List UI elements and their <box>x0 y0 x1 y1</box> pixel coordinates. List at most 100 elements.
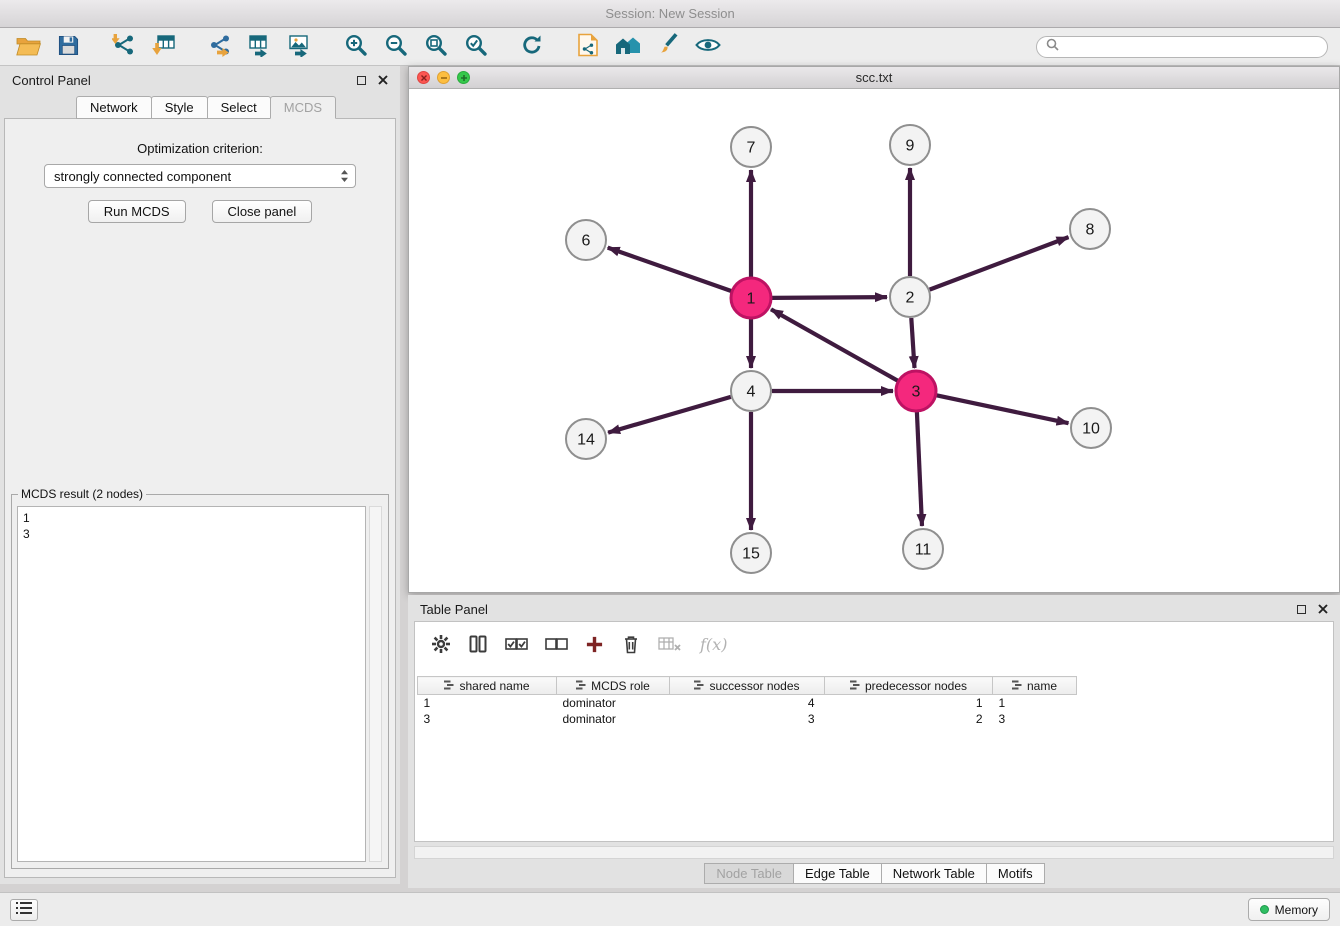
cell-successor-nodes[interactable]: 3 <box>670 711 825 727</box>
graph-node-1[interactable]: 1 <box>731 278 771 318</box>
node-label: 2 <box>906 290 915 307</box>
cell-MCDS-role[interactable]: dominator <box>557 711 670 727</box>
edge-1-2[interactable] <box>772 297 887 298</box>
zoom-selected-button[interactable] <box>460 32 492 62</box>
zoom-out-button[interactable] <box>380 32 412 62</box>
graph-node-7[interactable]: 7 <box>731 127 771 167</box>
refresh-button[interactable] <box>516 32 548 62</box>
mcds-result-text[interactable]: 13 <box>17 506 366 862</box>
column-attribute-icon <box>694 679 704 693</box>
graph-node-14[interactable]: 14 <box>566 419 606 459</box>
column-attribute-icon <box>1012 679 1022 693</box>
unselect-all-columns-icon[interactable] <box>545 634 568 654</box>
mcds-result-line: 1 <box>23 510 360 526</box>
tab-style[interactable]: Style <box>151 96 208 119</box>
criterion-dropdown[interactable]: strongly connected component <box>44 164 356 188</box>
table-options-gear-icon[interactable] <box>431 634 451 654</box>
column-header-successor-nodes[interactable]: successor nodes <box>670 677 825 695</box>
table-row[interactable]: 1dominator411 <box>418 695 1077 712</box>
cell-shared-name[interactable]: 1 <box>418 695 557 712</box>
graph-node-4[interactable]: 4 <box>731 371 771 411</box>
edge-4-14[interactable] <box>608 397 731 433</box>
show-hide-button[interactable] <box>692 32 724 62</box>
add-row-icon[interactable] <box>585 635 604 654</box>
home-button[interactable] <box>612 32 644 62</box>
float-panel-icon[interactable] <box>357 76 366 85</box>
function-builder-button: f(x) <box>700 635 727 654</box>
table-row[interactable]: 3dominator323 <box>418 711 1077 727</box>
node-table-container: f(x) shared nameMCDS rolesuccessor nodes… <box>414 621 1334 842</box>
cell-predecessor-nodes[interactable]: 2 <box>825 711 993 727</box>
export-table-button[interactable] <box>244 32 276 62</box>
delete-table-icon <box>658 634 682 654</box>
close-panel-icon[interactable] <box>378 75 388 85</box>
export-image-button[interactable] <box>284 32 316 62</box>
table-tab-network-table[interactable]: Network Table <box>881 863 987 884</box>
column-header-shared-name[interactable]: shared name <box>418 677 557 695</box>
zoom-in-icon <box>344 33 368 60</box>
edge-3-10[interactable] <box>937 395 1069 423</box>
cell-name[interactable]: 3 <box>993 711 1077 727</box>
column-header-name[interactable]: name <box>993 677 1077 695</box>
edge-2-3[interactable] <box>911 318 914 368</box>
select-all-columns-icon[interactable] <box>505 634 528 654</box>
table-horizontal-scrollbar[interactable] <box>414 846 1334 859</box>
tab-mcds[interactable]: MCDS <box>270 96 336 119</box>
cell-predecessor-nodes[interactable]: 1 <box>825 695 993 712</box>
cell-name[interactable]: 1 <box>993 695 1077 712</box>
run-mcds-button[interactable]: Run MCDS <box>88 200 186 223</box>
graph-node-11[interactable]: 11 <box>903 529 943 569</box>
table-tab-motifs[interactable]: Motifs <box>986 863 1045 884</box>
column-header-predecessor-nodes[interactable]: predecessor nodes <box>825 677 993 695</box>
edge-3-1[interactable] <box>771 309 898 380</box>
graph-node-3[interactable]: 3 <box>896 371 936 411</box>
delete-row-icon[interactable] <box>621 634 641 654</box>
cell-MCDS-role[interactable]: dominator <box>557 695 670 712</box>
save-session-button[interactable] <box>52 32 84 62</box>
close-window-button[interactable] <box>417 71 430 84</box>
graph-node-15[interactable]: 15 <box>731 533 771 573</box>
network-canvas[interactable]: 7 9 6 8 1 2 4 3 14 10 15 11 <box>409 89 1339 592</box>
export-network-button[interactable] <box>204 32 236 62</box>
column-header-MCDS-role[interactable]: MCDS role <box>557 677 670 695</box>
cell-shared-name[interactable]: 3 <box>418 711 557 727</box>
tab-select[interactable]: Select <box>207 96 271 119</box>
apply-style-button[interactable] <box>652 32 684 62</box>
node-label: 11 <box>915 542 932 559</box>
zoom-fit-button[interactable] <box>420 32 452 62</box>
float-table-panel-icon[interactable] <box>1297 605 1306 614</box>
import-network-button[interactable] <box>108 32 140 62</box>
show-columns-icon[interactable] <box>468 634 488 654</box>
cell-successor-nodes[interactable]: 4 <box>670 695 825 712</box>
graph-node-10[interactable]: 10 <box>1071 408 1111 448</box>
edge-2-8[interactable] <box>930 237 1069 290</box>
zoom-in-button[interactable] <box>340 32 372 62</box>
window-titlebar[interactable]: Session: New Session <box>0 0 1340 28</box>
maximize-window-button[interactable] <box>457 71 470 84</box>
network-overview-button[interactable] <box>572 32 604 62</box>
minimize-window-button[interactable] <box>437 71 450 84</box>
graph-node-9[interactable]: 9 <box>890 125 930 165</box>
import-table-button[interactable] <box>148 32 180 62</box>
memory-button[interactable]: Memory <box>1248 898 1330 921</box>
search-input[interactable] <box>1065 40 1318 54</box>
graph-node-8[interactable]: 8 <box>1070 209 1110 249</box>
edge-1-6[interactable] <box>608 248 732 291</box>
close-panel-button[interactable]: Close panel <box>212 200 313 223</box>
export-table-icon <box>248 33 272 60</box>
import-network-icon <box>112 33 136 60</box>
edge-3-11[interactable] <box>917 412 922 526</box>
tab-network[interactable]: Network <box>76 96 152 119</box>
table-tab-node-table[interactable]: Node Table <box>704 863 794 884</box>
table-tab-edge-table[interactable]: Edge Table <box>793 863 882 884</box>
control-panel: Control Panel NetworkStyleSelectMCDS Opt… <box>0 66 400 884</box>
result-scrollbar[interactable] <box>369 506 382 862</box>
graph-node-6[interactable]: 6 <box>566 220 606 260</box>
network-window-titlebar[interactable]: scc.txt <box>409 67 1339 89</box>
node-label: 14 <box>577 432 595 449</box>
open-session-button[interactable] <box>12 32 44 62</box>
table-toolbar: f(x) <box>415 622 1333 666</box>
task-history-button[interactable] <box>10 899 38 921</box>
graph-node-2[interactable]: 2 <box>890 277 930 317</box>
close-table-panel-icon[interactable] <box>1318 604 1328 614</box>
